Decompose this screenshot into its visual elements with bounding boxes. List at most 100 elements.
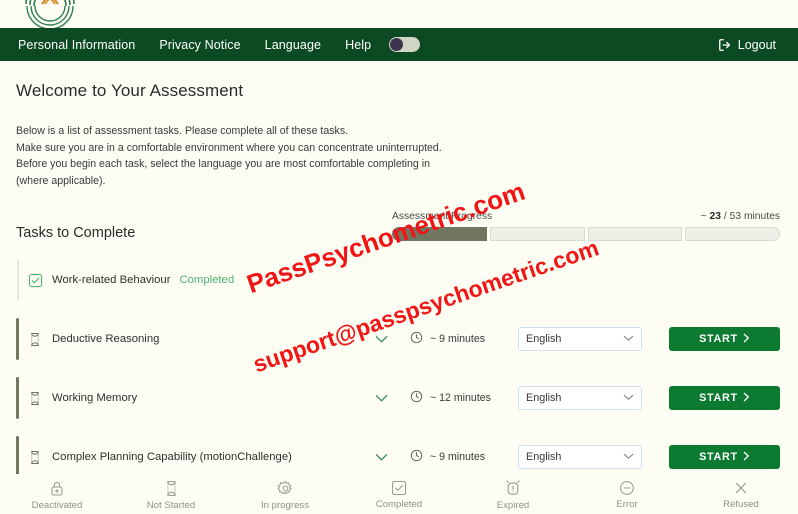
task-status-rail xyxy=(16,436,19,478)
clock-icon xyxy=(410,449,423,465)
language-select[interactable]: English xyxy=(518,445,642,469)
theme-toggle[interactable] xyxy=(389,37,421,52)
page-content: Welcome to Your Assessment Below is a li… xyxy=(0,81,798,480)
legend-label: Error xyxy=(616,499,638,510)
task-name: Complex Planning Capability (motionChall… xyxy=(52,451,292,463)
task-duration: ~ 9 minutes xyxy=(410,331,518,347)
table-row: Deductive Reasoning ~ 9 minutes English xyxy=(8,316,780,362)
chevron-down-icon[interactable] xyxy=(370,394,392,403)
tasks-to-complete-heading: Tasks to Complete xyxy=(16,225,136,241)
logout-icon xyxy=(718,38,732,52)
task-status-rail xyxy=(16,377,19,419)
nav-personal-information[interactable]: Personal Information xyxy=(18,38,135,52)
task-status-rail xyxy=(16,318,19,360)
legend-item-refused: Refused xyxy=(684,480,798,510)
start-button-label: START xyxy=(699,333,738,345)
chevron-down-icon[interactable] xyxy=(370,453,392,462)
task-name: Work-related Behaviour xyxy=(52,274,171,286)
intro-line-2: Make sure you are in a comfortable envir… xyxy=(16,141,442,154)
table-row: Working Memory ~ 12 minutes English STAR… xyxy=(8,375,780,421)
hourglass-icon xyxy=(164,480,179,497)
start-button-label: START xyxy=(699,392,738,404)
legend-item-in-progress: In progress xyxy=(228,480,342,511)
chevron-right-icon xyxy=(743,333,750,346)
legend-item-deactivated: Deactivated xyxy=(0,480,114,511)
language-select[interactable]: English xyxy=(518,327,642,351)
logout-label: Logout xyxy=(737,37,776,52)
progress-segment-4 xyxy=(685,227,780,241)
logout-button[interactable]: Logout xyxy=(718,38,784,52)
status-legend: Deactivated Not Started In progress Comp… xyxy=(0,474,798,514)
logo-band xyxy=(0,0,798,28)
task-status-rail xyxy=(17,259,19,301)
clock-icon xyxy=(410,390,423,406)
legend-item-not-started: Not Started xyxy=(114,480,228,511)
clock-icon xyxy=(410,331,423,347)
start-button[interactable]: START xyxy=(669,327,780,351)
legend-item-expired: Expired xyxy=(456,480,570,511)
legend-label: Deactivated xyxy=(31,500,83,511)
progress-labels: Assessment Progress ~ 23 / 53 minutes xyxy=(392,211,780,222)
start-button-label: START xyxy=(699,451,738,463)
progress-label: Assessment Progress xyxy=(392,211,493,222)
language-select-value: English xyxy=(526,451,562,463)
start-button[interactable]: START xyxy=(669,386,780,410)
progress-elapsed-prefix: ~ xyxy=(700,211,707,222)
task-duration-label: ~ 9 minutes xyxy=(430,451,486,463)
task-duration: ~ 12 minutes xyxy=(410,390,518,406)
task-list: Work-related Behaviour Completed Deducti… xyxy=(8,257,790,480)
minus-circle-icon xyxy=(619,480,635,496)
status-badge: Completed xyxy=(179,274,235,286)
legend-item-error: Error xyxy=(570,480,684,510)
intro-text: Below is a list of assessment tasks. Ple… xyxy=(16,123,790,189)
table-row: Work-related Behaviour Completed xyxy=(8,257,780,303)
alarm-clock-icon xyxy=(505,480,521,497)
legend-label: Not Started xyxy=(146,500,196,511)
top-navigation-bar: Personal Information Privacy Notice Lang… xyxy=(0,28,798,61)
hourglass-icon xyxy=(26,389,44,407)
task-name: Deductive Reasoning xyxy=(52,333,160,345)
nav-help[interactable]: Help xyxy=(345,38,371,52)
checkbox-checked-icon xyxy=(26,271,44,289)
close-x-icon xyxy=(733,480,749,496)
crest-logo-icon xyxy=(22,0,78,28)
assessment-progress: Assessment Progress ~ 23 / 53 minutes xyxy=(392,211,780,241)
task-duration: ~ 9 minutes xyxy=(410,449,518,465)
hourglass-icon xyxy=(26,448,44,466)
legend-label: In progress xyxy=(261,500,309,511)
intro-line-1: Below is a list of assessment tasks. Ple… xyxy=(16,125,349,137)
toggle-knob xyxy=(390,38,404,51)
intro-line-4: (where applicable). xyxy=(16,174,106,187)
tasks-header: Tasks to Complete Assessment Progress ~ … xyxy=(8,211,790,241)
progress-segment-2 xyxy=(489,227,585,241)
task-name: Working Memory xyxy=(52,392,138,404)
start-button[interactable]: START xyxy=(669,445,780,469)
language-select-value: English xyxy=(526,333,562,345)
legend-label: Expired xyxy=(496,500,530,511)
progress-total: 53 minutes xyxy=(729,211,780,222)
progress-segment-1 xyxy=(392,227,487,241)
gear-icon xyxy=(277,480,294,497)
chevron-down-icon xyxy=(623,451,634,463)
legend-item-completed: Completed xyxy=(342,480,456,510)
chevron-down-icon xyxy=(623,333,634,345)
legend-label: Completed xyxy=(375,499,423,510)
progress-segment-3 xyxy=(587,227,683,241)
progress-separator: / xyxy=(723,211,727,222)
nav-language[interactable]: Language xyxy=(265,38,321,52)
lock-icon xyxy=(49,480,65,497)
chevron-right-icon xyxy=(743,451,750,464)
checkbox-checked-icon xyxy=(391,480,407,496)
legend-label: Refused xyxy=(723,499,759,510)
intro-line-3: Before you begin each task, select the l… xyxy=(16,158,430,170)
nav-privacy-notice[interactable]: Privacy Notice xyxy=(159,38,240,52)
language-select[interactable]: English xyxy=(518,386,642,410)
progress-time: ~ 23 / 53 minutes xyxy=(701,211,780,222)
page-title: Welcome to Your Assessment xyxy=(16,81,244,100)
chevron-down-icon xyxy=(623,392,634,404)
task-duration-label: ~ 9 minutes xyxy=(430,333,486,345)
hourglass-icon xyxy=(26,330,44,348)
nav-links: Personal Information Privacy Notice Lang… xyxy=(18,38,371,52)
chevron-down-icon[interactable] xyxy=(370,335,392,344)
progress-elapsed: 23 xyxy=(709,211,721,222)
